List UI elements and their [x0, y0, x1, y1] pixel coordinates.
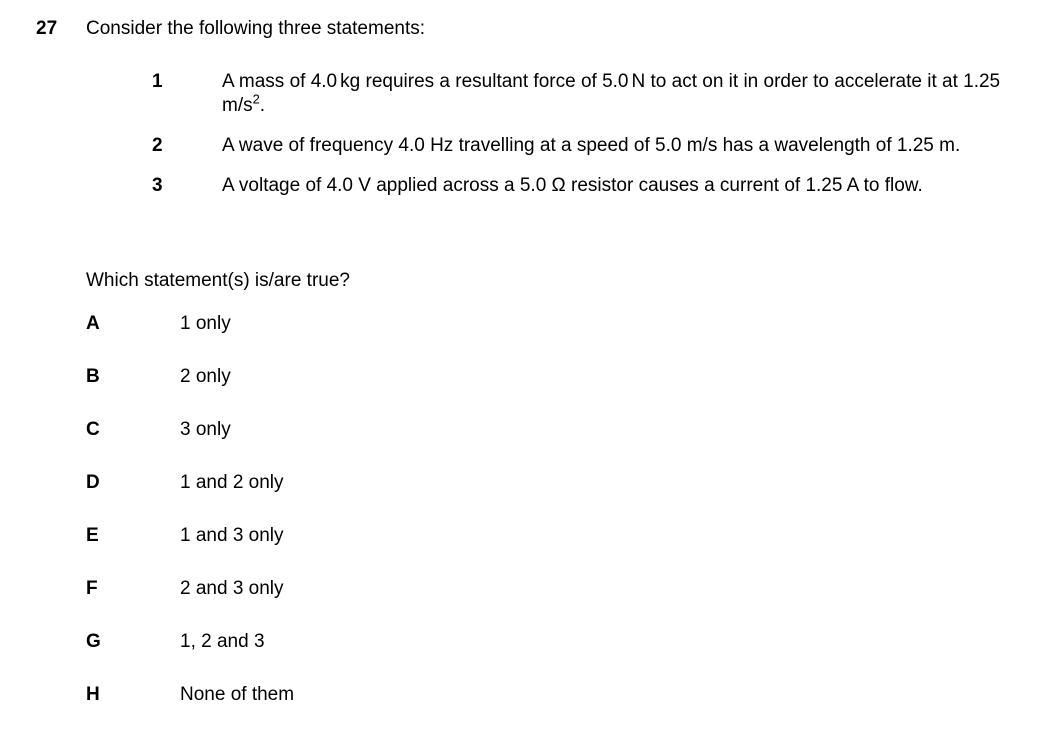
statement-text: A wave of frequency 4.0 Hz travelling at…: [222, 135, 961, 156]
lead-in-question: Which statement(s) is/are true?: [86, 270, 350, 291]
statement-text-part: kg requires a resultant force of 5.0: [340, 71, 629, 92]
option-text: None of them: [180, 684, 295, 705]
option-a[interactable]: A 1 only: [86, 313, 786, 366]
statement-text-part: N to act on it in order to accelerate it…: [631, 71, 1001, 92]
answer-options-list: A 1 only B 2 only C 3 only D 1 and 2 onl…: [86, 313, 786, 737]
option-text: 1, 2 and 3: [180, 631, 265, 652]
option-d[interactable]: D 1 and 2 only: [86, 472, 786, 525]
statement-text-part: m/s: [222, 95, 253, 116]
statement-item: 1 A mass of 4.0 kg requires a resultant f…: [152, 70, 1047, 118]
option-text: 1 and 3 only: [180, 525, 284, 546]
option-c[interactable]: C 3 only: [86, 419, 786, 472]
statement-text: A voltage of 4.0 V applied across a 5.0 …: [222, 175, 923, 196]
option-e[interactable]: E 1 and 3 only: [86, 525, 786, 578]
option-b[interactable]: B 2 only: [86, 366, 786, 419]
option-h[interactable]: H None of them: [86, 684, 786, 737]
statement-text-trailing: .: [259, 95, 266, 116]
statement-number: 1: [152, 71, 163, 92]
option-text: 2 only: [180, 366, 231, 387]
statement-item: 3 A voltage of 4.0 V applied across a 5.…: [152, 174, 1047, 198]
option-g[interactable]: G 1, 2 and 3: [86, 631, 786, 684]
statement-exponent: 2: [252, 91, 260, 107]
statement-text: A mass of 4.0 kg requires a resultant for…: [222, 70, 1037, 118]
option-letter: C: [86, 419, 100, 440]
option-letter: A: [86, 313, 100, 334]
statement-text-part: A mass of 4.0: [222, 71, 338, 92]
question-stem-block: 27 Consider the following three statemen…: [36, 17, 1046, 41]
exam-question-page: 27 Consider the following three statemen…: [0, 0, 1062, 751]
statement-item: 2 A wave of frequency 4.0 Hz travelling …: [152, 134, 1047, 158]
option-letter: F: [86, 578, 98, 599]
option-f[interactable]: F 2 and 3 only: [86, 578, 786, 631]
option-letter: E: [86, 525, 99, 546]
statement-number: 2: [152, 135, 163, 156]
option-letter: B: [86, 366, 100, 387]
option-letter: D: [86, 472, 100, 493]
question-number: 27: [36, 18, 58, 39]
question-stem-text: Consider the following three statements:: [86, 18, 426, 39]
option-text: 1 only: [180, 313, 231, 334]
option-text: 1 and 2 only: [180, 472, 284, 493]
option-text: 3 only: [180, 419, 231, 440]
option-text: 2 and 3 only: [180, 578, 284, 599]
statements-list: 1 A mass of 4.0 kg requires a resultant f…: [152, 70, 1047, 198]
statement-number: 3: [152, 175, 163, 196]
option-letter: H: [86, 684, 100, 705]
option-letter: G: [86, 631, 101, 652]
